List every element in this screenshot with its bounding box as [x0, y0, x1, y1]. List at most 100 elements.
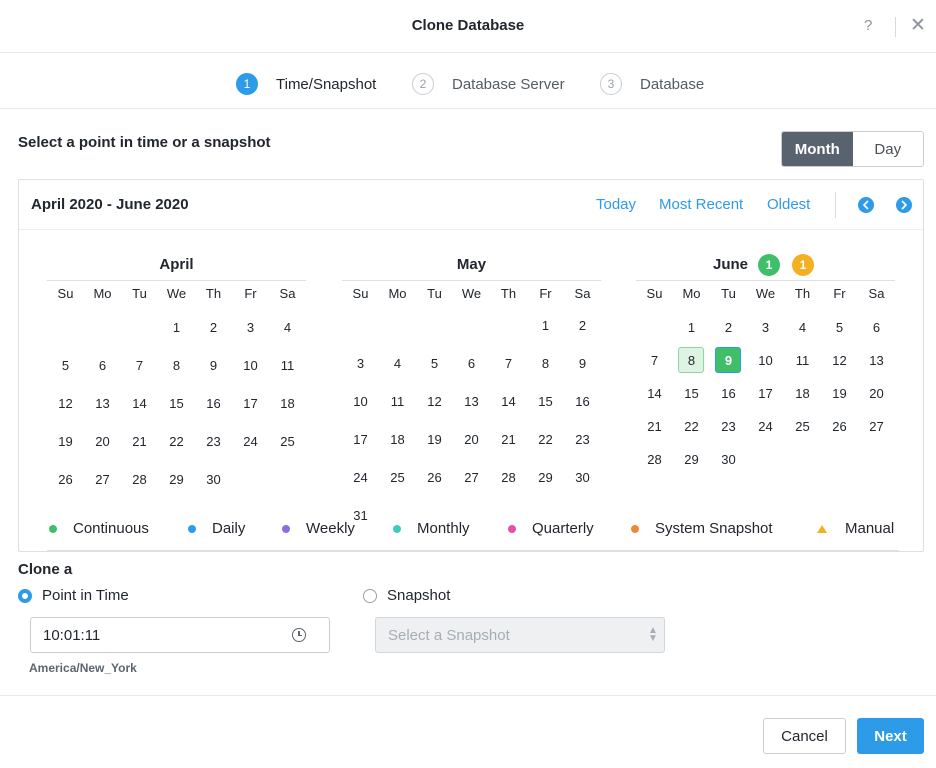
calendar-day[interactable]: 2	[564, 318, 601, 333]
next-button[interactable]: Next	[857, 718, 924, 754]
calendar-day[interactable]: 6	[84, 358, 121, 373]
calendar-day[interactable]: 15	[527, 394, 564, 409]
calendar-day[interactable]: 25	[379, 470, 416, 485]
oldest-link[interactable]: Oldest	[767, 196, 810, 213]
calendar-day[interactable]: 3	[342, 356, 379, 371]
calendar-day[interactable]: 13	[858, 353, 895, 368]
calendar-day[interactable]: 26	[47, 472, 84, 487]
calendar-day[interactable]: 4	[269, 320, 306, 335]
calendar-day[interactable]: 19	[416, 432, 453, 447]
calendar-day[interactable]: 25	[784, 419, 821, 434]
calendar-day[interactable]: 22	[527, 432, 564, 447]
calendar-day[interactable]: 24	[747, 419, 784, 434]
calendar-day[interactable]: 29	[673, 452, 710, 467]
calendar-day[interactable]: 23	[195, 434, 232, 449]
calendar-day[interactable]: 18	[379, 432, 416, 447]
calendar-day[interactable]: 12	[47, 396, 84, 411]
radio-unchecked-icon[interactable]	[363, 588, 377, 603]
calendar-day[interactable]: 30	[195, 472, 232, 487]
chevron-right-icon[interactable]	[896, 197, 912, 213]
calendar-day[interactable]: 28	[121, 472, 158, 487]
calendar-day[interactable]: 27	[453, 470, 490, 485]
calendar-day[interactable]: 2	[195, 320, 232, 335]
radio-checked-icon[interactable]	[18, 588, 32, 603]
calendar-day[interactable]: 23	[564, 432, 601, 447]
calendar-day[interactable]: 5	[416, 356, 453, 371]
most-recent-link[interactable]: Most Recent	[659, 196, 743, 213]
calendar-day[interactable]: 13	[453, 394, 490, 409]
calendar-day[interactable]: 1	[527, 318, 564, 333]
calendar-day[interactable]: 3	[232, 320, 269, 335]
calendar-day[interactable]: 14	[121, 396, 158, 411]
calendar-day[interactable]: 21	[490, 432, 527, 447]
calendar-day[interactable]: 4	[379, 356, 416, 371]
calendar-day[interactable]: 21	[636, 419, 673, 434]
calendar-day[interactable]: 19	[47, 434, 84, 449]
calendar-day[interactable]: 19	[821, 386, 858, 401]
calendar-day[interactable]: 22	[673, 419, 710, 434]
calendar-day[interactable]: 11	[269, 358, 306, 373]
calendar-day[interactable]: 8	[527, 356, 564, 371]
calendar-day[interactable]: 26	[416, 470, 453, 485]
snapshot-select[interactable]: Select a Snapshot ▲ ▼	[375, 617, 665, 653]
calendar-day[interactable]: 7	[636, 353, 673, 368]
calendar-day[interactable]: 24	[232, 434, 269, 449]
calendar-day[interactable]: 12	[821, 353, 858, 368]
calendar-day[interactable]: 16	[710, 386, 747, 401]
calendar-day[interactable]: 10	[342, 394, 379, 409]
calendar-day[interactable]: 18	[269, 396, 306, 411]
cancel-button[interactable]: Cancel	[763, 718, 846, 754]
point-in-time-radio[interactable]: Point in Time	[18, 587, 129, 604]
calendar-day[interactable]: 20	[453, 432, 490, 447]
calendar-day[interactable]: 22	[158, 434, 195, 449]
calendar-day[interactable]: 28	[490, 470, 527, 485]
calendar-day[interactable]: 3	[747, 320, 784, 335]
help-icon[interactable]: ?	[864, 17, 872, 34]
calendar-day[interactable]: 15	[158, 396, 195, 411]
calendar-day[interactable]: 5	[47, 358, 84, 373]
calendar-day[interactable]: 11	[784, 353, 821, 368]
calendar-day[interactable]: 18	[784, 386, 821, 401]
calendar-day[interactable]: 17	[232, 396, 269, 411]
calendar-day[interactable]: 14	[490, 394, 527, 409]
calendar-day[interactable]: 21	[121, 434, 158, 449]
calendar-day[interactable]: 5	[821, 320, 858, 335]
calendar-day[interactable]: 20	[84, 434, 121, 449]
calendar-day[interactable]: 15	[673, 386, 710, 401]
calendar-day[interactable]: 29	[158, 472, 195, 487]
clock-icon[interactable]	[292, 628, 306, 642]
calendar-day[interactable]: 30	[564, 470, 601, 485]
calendar-day[interactable]: 16	[564, 394, 601, 409]
calendar-day[interactable]: 29	[527, 470, 564, 485]
month-toggle-button[interactable]: Month	[782, 132, 853, 166]
calendar-day[interactable]: 6	[453, 356, 490, 371]
calendar-day[interactable]: 13	[84, 396, 121, 411]
calendar-day[interactable]: 10	[232, 358, 269, 373]
calendar-day[interactable]: 1	[673, 320, 710, 335]
calendar-day[interactable]: 27	[858, 419, 895, 434]
calendar-day[interactable]: 17	[342, 432, 379, 447]
calendar-day[interactable]: 9	[710, 353, 747, 368]
calendar-day[interactable]: 8	[158, 358, 195, 373]
calendar-day[interactable]: 28	[636, 452, 673, 467]
calendar-day[interactable]: 2	[710, 320, 747, 335]
snapshot-radio[interactable]: Snapshot	[363, 587, 450, 604]
step-database-server[interactable]: 2 Database Server	[412, 73, 565, 95]
today-link[interactable]: Today	[596, 196, 636, 213]
calendar-day[interactable]: 4	[784, 320, 821, 335]
step-database[interactable]: 3 Database	[600, 73, 704, 95]
calendar-day[interactable]: 23	[710, 419, 747, 434]
calendar-day[interactable]: 16	[195, 396, 232, 411]
day-toggle-button[interactable]: Day	[852, 132, 923, 166]
calendar-day[interactable]: 26	[821, 419, 858, 434]
calendar-day[interactable]: 30	[710, 452, 747, 467]
calendar-day[interactable]: 12	[416, 394, 453, 409]
close-icon[interactable]: ✕	[910, 14, 926, 37]
calendar-day[interactable]: 20	[858, 386, 895, 401]
calendar-day[interactable]: 6	[858, 320, 895, 335]
calendar-day[interactable]: 8	[673, 353, 710, 368]
calendar-day[interactable]: 14	[636, 386, 673, 401]
calendar-day[interactable]: 7	[121, 358, 158, 373]
time-input[interactable]	[30, 617, 330, 653]
calendar-day[interactable]: 1	[158, 320, 195, 335]
